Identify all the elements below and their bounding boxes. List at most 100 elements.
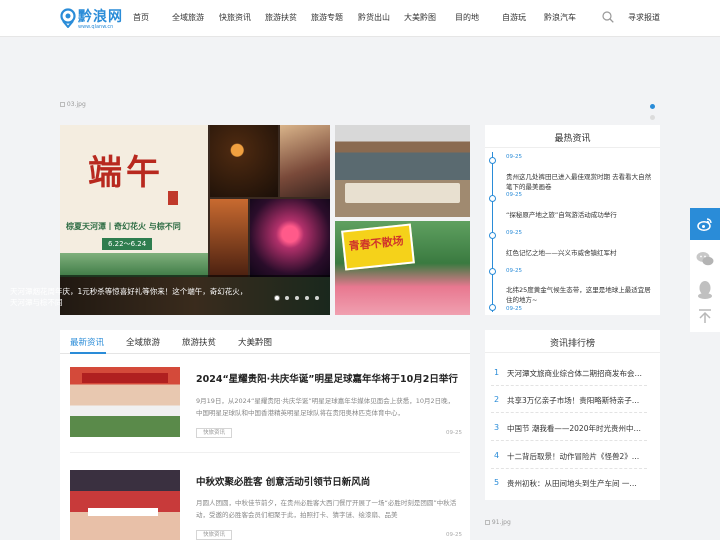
poster-leaves	[60, 253, 208, 277]
weibo-icon	[697, 218, 712, 231]
rank-item-1[interactable]: 天河潭文旅商业综合体二期招商发布会盛大召开	[507, 368, 643, 379]
hot-news-date-1: 09-25	[506, 192, 522, 198]
hot-news-item-1[interactable]: 贵州这几处裤田已进入最佳观赏时期 去看看大自然笔下的最美画卷	[506, 172, 652, 192]
hot-news-item-4[interactable]: 北纬25度黄金气候生态带，这里是地球上最适宜居住的地方~	[506, 285, 652, 305]
ad-image-broken[interactable]: 91.jpg	[485, 519, 511, 526]
banner-dot-2[interactable]	[650, 115, 655, 120]
rank-num-2: 2	[494, 395, 500, 404]
hot-news-dot-1	[489, 157, 496, 164]
nav-auto[interactable]: 黔浪汽车	[544, 12, 576, 23]
carousel-dot-3[interactable]	[295, 296, 299, 300]
ranking-title: 资讯排行榜	[549, 339, 595, 349]
side-photo-graduation[interactable]: 青春不散场	[335, 221, 470, 315]
hot-news-date-3: 09-25	[506, 268, 522, 274]
article-2-tag[interactable]: 快旅资讯	[196, 530, 233, 540]
nav-poverty-tourism[interactable]: 旅游扶贫	[265, 12, 297, 23]
hot-news-date-2: 09-25	[506, 230, 522, 236]
graduation-sign: 青春不散场	[341, 223, 415, 271]
rank-num-5: 5	[494, 478, 500, 487]
banner-image-broken[interactable]: 03.jpg	[60, 101, 86, 108]
tab-latest[interactable]: 最新资讯	[70, 336, 104, 348]
nav-topics[interactable]: 旅游专题	[311, 12, 343, 23]
nav-home[interactable]: 首页	[133, 12, 149, 23]
banner-dot-1[interactable]	[650, 104, 655, 109]
rank-num-4: 4	[494, 451, 500, 460]
rank-sep-1	[491, 385, 647, 386]
back-to-top-icon[interactable]	[697, 308, 713, 324]
article-1-tag[interactable]: 快旅资讯	[196, 428, 233, 438]
article-divider	[70, 452, 460, 453]
rank-num-3: 3	[494, 423, 500, 432]
hot-news-date-0: 09-25	[506, 154, 522, 160]
hot-news-date-4: 09-25	[506, 306, 522, 312]
hot-news-title-sep	[485, 147, 660, 148]
carousel-dot-5[interactable]	[315, 296, 319, 300]
poster-title: 端午	[88, 153, 164, 193]
poster-date: 6.22～6.24	[102, 238, 153, 250]
tab-poverty-tourism[interactable]: 旅游扶贫	[182, 336, 216, 348]
hot-news-item-3[interactable]: 红色记忆之地——兴义市威舍镇红军村	[506, 248, 652, 258]
carousel-photo-lamps	[210, 199, 248, 277]
nav-self-travel[interactable]: 自游玩	[502, 12, 526, 23]
article-2-summary: 月圆人团圆，中秋佳节前夕，在贵州必胜客大西门餐厅开展了一场“必胜时刻是团圆”中秋…	[196, 499, 457, 519]
rank-sep-4	[491, 468, 647, 469]
banner-image-alt: 03.jpg	[66, 101, 86, 108]
rank-item-3[interactable]: 中国节 潮我看——2020年时光贵州中秋灯会	[507, 423, 643, 434]
poster-line: 棕夏天河潭丨奇幻花火 与棕不同	[66, 222, 181, 231]
carousel-photo-performers	[280, 125, 330, 197]
logo-pin-icon	[60, 8, 76, 28]
hot-news-dot-4	[489, 268, 496, 275]
side-photo-meeting[interactable]	[335, 125, 470, 217]
tab-divider	[60, 353, 470, 354]
tab-global-tourism[interactable]: 全域旅游	[126, 336, 160, 348]
nav-travel-news[interactable]: 快旅资讯	[219, 12, 251, 23]
tab-gallery[interactable]: 大美黔图	[238, 336, 272, 348]
carousel-photo-fireworks	[250, 199, 330, 277]
article-2-date: 09-25	[446, 532, 462, 538]
rank-item-5[interactable]: 贵州初秋：从田间地头到生产车间 一片繁忙	[507, 478, 643, 489]
carousel-dot-2[interactable]	[285, 296, 289, 300]
carousel-caption[interactable]: 天河潭烟花周年庆，1元秒杀等惊喜好礼等你来！这个端午，奇幻花火，天河潭与棕不同	[10, 286, 250, 308]
carousel-dot-1[interactable]	[275, 296, 279, 300]
nav-gallery[interactable]: 大美黔图	[404, 12, 436, 23]
tab-active-underline	[70, 352, 106, 354]
ranking-panel: 资讯排行榜	[485, 330, 660, 500]
ad-image-alt: 91.jpg	[491, 519, 511, 526]
hot-news-title: 最热资讯	[554, 134, 591, 144]
meeting-table	[345, 183, 460, 203]
ranking-title-sep	[485, 352, 660, 353]
nav-destinations[interactable]: 目的地	[455, 12, 479, 23]
weibo-share-button[interactable]	[690, 208, 720, 240]
article-2-image[interactable]	[70, 470, 180, 540]
article-2-image-sign	[88, 508, 158, 516]
hot-news-dot-5	[489, 304, 496, 311]
article-1-summary: 9月19日，从2024“星耀贵阳·共庆华诞”明星足球嘉年华媒体见面会上获悉，10…	[196, 397, 455, 417]
rank-num-1: 1	[494, 368, 500, 377]
article-1-image[interactable]	[70, 367, 180, 437]
site-header: 黔浪网 www.qlanw.cn 首页 全域旅游 快旅资讯 旅游扶贫 旅游专题 …	[0, 0, 720, 37]
rank-item-4[interactable]: 十二背后取景！动作冒险片《怪兽2》开机	[507, 451, 643, 462]
carousel-dot-4[interactable]	[305, 296, 309, 300]
ad-image-icon	[485, 520, 490, 525]
article-1-title[interactable]: 2024“星耀贵阳·共庆华诞”明星足球嘉年华将于10月2日举行	[196, 371, 458, 385]
hot-news-dot-3	[489, 232, 496, 239]
contact-report-link[interactable]: 寻求报道	[628, 12, 660, 23]
carousel-photo-lanterns	[210, 125, 278, 197]
qq-icon[interactable]	[697, 280, 713, 300]
wechat-icon[interactable]	[696, 251, 714, 267]
banner-image-icon	[60, 102, 65, 107]
rank-item-2[interactable]: 共享3万亿亲子市场！贵阳略斯特亲子乐园正式开业	[507, 395, 643, 406]
nav-global-tourism[interactable]: 全域旅游	[172, 12, 204, 23]
article-2-title[interactable]: 中秋欢聚必胜客 创意活动引领节日新风尚	[196, 474, 370, 488]
site-logo[interactable]: 黔浪网 www.qlanw.cn	[60, 6, 124, 32]
article-1-date: 09-25	[446, 430, 462, 436]
nav-local-goods[interactable]: 黔货出山	[358, 12, 390, 23]
hot-news-item-2[interactable]: “探秘原产地之旅”自驾游活动成功举行	[506, 210, 652, 220]
search-icon[interactable]	[602, 11, 614, 23]
hot-news-dot-2	[489, 195, 496, 202]
graduation-sign-text: 青春不散场	[348, 234, 405, 254]
rank-sep-2	[491, 412, 647, 413]
poster-seal	[168, 191, 178, 205]
rank-sep-3	[491, 440, 647, 441]
article-1-image-banner	[82, 373, 168, 383]
